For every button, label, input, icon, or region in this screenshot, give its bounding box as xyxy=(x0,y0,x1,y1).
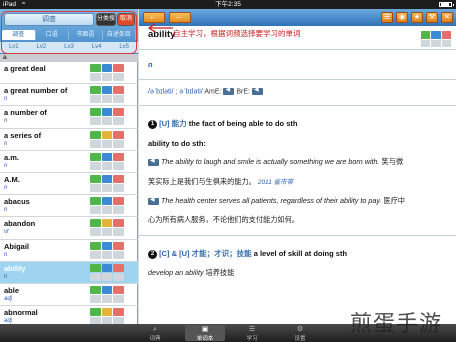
word-list-item[interactable]: abandon vt xyxy=(0,217,138,240)
book-icon: ▣ xyxy=(201,326,209,333)
divider xyxy=(139,105,456,107)
sense-chinese: 能力 xyxy=(171,119,187,129)
example-2-cn: 心为所有病人服务，不论他们的支付能力如何。 xyxy=(148,215,299,225)
level-badges xyxy=(90,241,124,259)
word-list-item[interactable]: ability n xyxy=(0,261,138,284)
search-icon: ⌕ xyxy=(153,326,157,333)
sense-number: 2 xyxy=(148,249,157,259)
grammar-code: [C] & [U] xyxy=(159,249,190,259)
tab-study[interactable]: ☰ 学习 xyxy=(232,325,272,342)
target-icon[interactable]: ◉ xyxy=(396,12,408,23)
example-1-source[interactable]: 2011 省市带 xyxy=(258,179,293,186)
part-of-speech: n xyxy=(148,60,153,69)
example-1: The ability to laugh and smile is actual… xyxy=(148,157,450,167)
list-icon[interactable]: ☰ xyxy=(381,12,393,23)
battery-level xyxy=(441,3,449,6)
annotation-text: 自主学习，根据词频选择要学习的单词 xyxy=(173,29,301,38)
word-list-item[interactable]: A.M. n xyxy=(0,173,138,196)
section-header: a xyxy=(0,54,138,62)
level-badges xyxy=(90,197,124,215)
word-list-item[interactable]: a.m. n xyxy=(0,151,138,173)
level-badges xyxy=(90,64,124,81)
tab-dictionary[interactable]: ⌕ 词典 xyxy=(135,325,175,342)
annotation-highlight-box xyxy=(1,11,137,54)
word-list-panel: 调查 分类搜 取消 调查 口语 书面语 自述条目 Lv1 Lv2 Lv3 Lv4… xyxy=(0,9,138,324)
word-list-header: 调查 分类搜 取消 调查 口语 书面语 自述条目 Lv1 Lv2 Lv3 Lv4… xyxy=(0,9,138,54)
level-badges xyxy=(90,219,124,237)
tools-icon[interactable]: ⚒ xyxy=(426,12,438,23)
level-badges xyxy=(90,108,124,126)
toolbar-icons: ☰ ◉ ★ ⚒ ✕ xyxy=(381,12,453,23)
sense-2: 2 [C] & [U] 才能；才识；技能 a level of skill at… xyxy=(148,248,450,259)
example-3-text: develop an ability xyxy=(148,268,204,278)
level-badges xyxy=(90,174,124,192)
example-3-cn: 培养技能 xyxy=(205,268,235,278)
grammar-code: [U] xyxy=(159,119,170,129)
example-1-tail: 笑与微 xyxy=(381,157,404,167)
speaker-icon[interactable] xyxy=(148,196,159,205)
word-list: a a great deal a great number of n a number… xyxy=(0,54,138,324)
level-badges xyxy=(90,86,124,104)
clock: 下午2:35 xyxy=(215,1,241,8)
example-2-tail: 医疗中 xyxy=(383,196,405,206)
sense-1: 1 [U] 能力 the fact of being able to do st… xyxy=(148,118,450,129)
tab-label: 词典 xyxy=(149,336,161,342)
word-list-item[interactable]: able adj xyxy=(0,284,138,307)
word-list-item[interactable]: a great deal xyxy=(0,62,138,85)
sense-number: 1 xyxy=(148,119,157,129)
usage-pattern: ability to do sth: xyxy=(148,139,206,149)
ame-label: AmE: xyxy=(204,88,222,96)
level-tiles xyxy=(421,31,451,47)
level-badges xyxy=(90,130,124,148)
gear-icon: ⚙ xyxy=(296,326,304,333)
tab-label: 学习 xyxy=(246,336,258,342)
speaker-ame-icon[interactable] xyxy=(223,86,235,95)
pronunciation: /əˈbɪləti/ ; əˈbɪləti/ AmE: BrE: xyxy=(148,86,450,96)
example-1-cn: 笑实际上是我们与生俱来的能力。 xyxy=(148,177,256,187)
entry-content: n /əˈbɪləti/ ; əˈbɪləti/ AmE: BrE: 1 [U]… xyxy=(139,51,456,278)
word-list-item[interactable]: a great number of n xyxy=(0,84,138,107)
entry-toolbar: ☰ ◉ ★ ⚒ ✕ xyxy=(139,9,456,26)
example-2: The health center serves all patients, r… xyxy=(148,196,450,206)
example-3: develop an ability 培养技能 xyxy=(148,268,450,278)
tab-settings[interactable]: ⚙ 设置 xyxy=(280,325,320,342)
level-badges xyxy=(90,285,124,303)
example-1-text: The ability to laugh and smile is actual… xyxy=(161,157,380,167)
tab-wordbook[interactable]: ▣ 单词本 xyxy=(185,325,225,342)
bre-label: BrE: xyxy=(236,88,251,96)
list-icon: ☰ xyxy=(248,326,256,333)
close-icon[interactable]: ✕ xyxy=(441,12,453,23)
divider xyxy=(139,235,456,237)
word-list-item[interactable]: a series of n xyxy=(0,129,138,151)
tab-label: 设置 xyxy=(294,336,306,342)
divider xyxy=(139,79,456,80)
sense-definition: a level of skill at doing sth xyxy=(253,249,348,259)
word-list-item[interactable]: abacus n xyxy=(0,195,138,218)
word-list-item[interactable]: Abigail n xyxy=(0,240,138,262)
sense-chinese: 才能；才识；技能 xyxy=(191,249,252,259)
entry-panel: ☰ ◉ ★ ⚒ ✕ ability 自主学习，根据词频选择要学习的单词 n /ə… xyxy=(139,9,456,324)
speaker-bre-icon[interactable] xyxy=(251,86,263,95)
tab-label: 单词本 xyxy=(196,336,214,342)
level-badges xyxy=(90,152,124,170)
speaker-icon[interactable] xyxy=(148,157,159,166)
battery-icon xyxy=(439,2,454,7)
level-badges xyxy=(90,308,124,324)
ipa: /əˈbɪləti/ ; əˈbɪləti/ xyxy=(148,88,203,96)
star-icon[interactable]: ★ xyxy=(411,12,423,23)
example-1-translation: 笑实际上是我们与生俱来的能力。 2011 省市带 xyxy=(148,176,450,187)
word-list-item[interactable]: a number of n xyxy=(0,106,138,129)
watermark: 煎蛋手游 xyxy=(350,312,443,337)
annotation-arrow-icon xyxy=(147,23,173,33)
sense-definition: the fact of being able to do sth xyxy=(188,119,298,129)
level-badges xyxy=(90,263,124,281)
example-2-text: The health center serves all patients, r… xyxy=(161,196,382,206)
word-list-item[interactable]: abnormal adj xyxy=(0,306,138,324)
status-bar: iPad ≈ 下午2:35 xyxy=(0,0,456,9)
